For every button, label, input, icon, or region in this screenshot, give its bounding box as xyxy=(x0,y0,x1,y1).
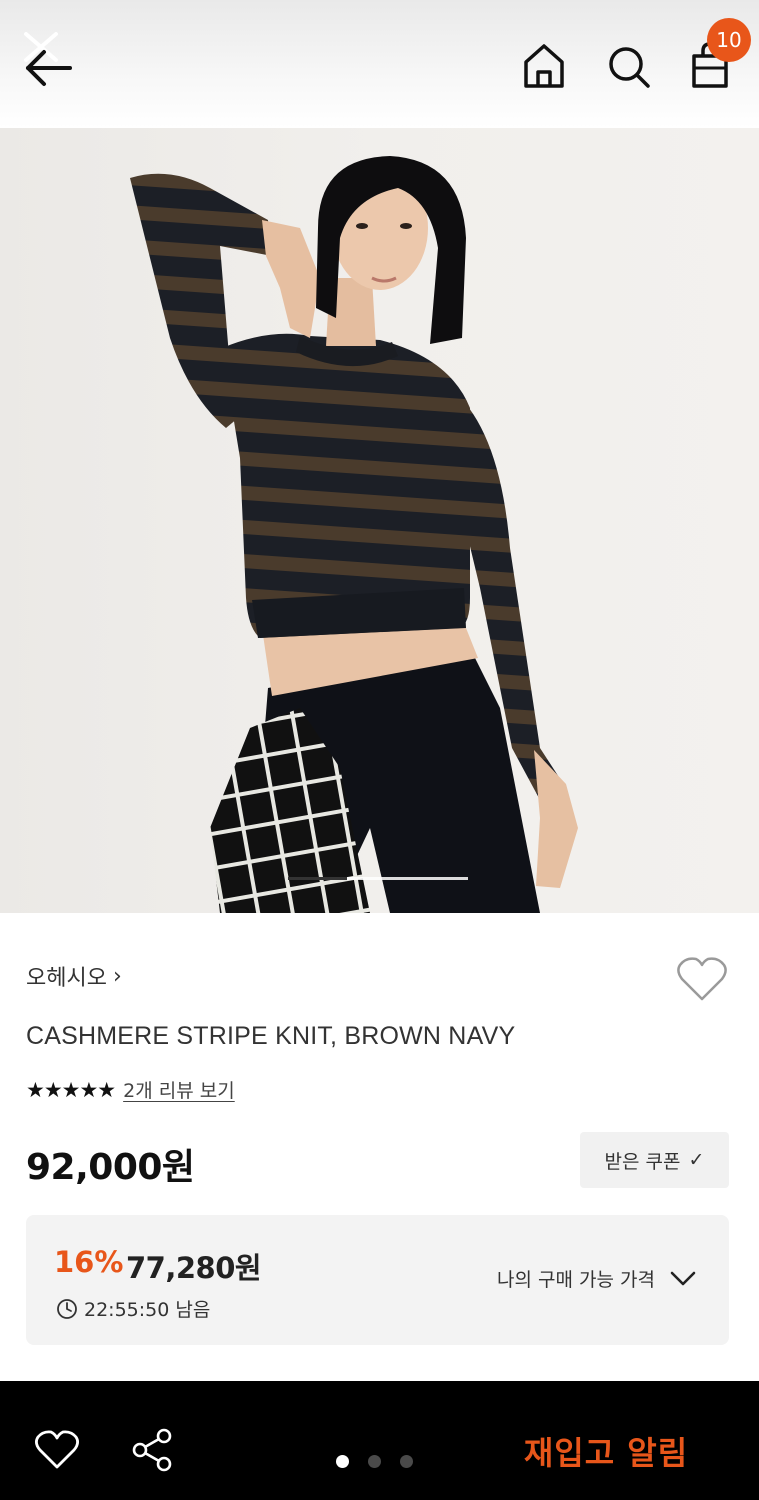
wishlist-button[interactable] xyxy=(676,955,728,1003)
product-image-carousel[interactable] xyxy=(0,128,759,913)
discounted-price: 77,280원 xyxy=(126,1251,262,1285)
product-title: CASHMERE STRIPE KNIT, BROWN NAVY xyxy=(26,1022,516,1050)
search-button[interactable] xyxy=(604,40,652,92)
like-button[interactable] xyxy=(34,1429,80,1471)
discount-percent: 16% xyxy=(54,1245,124,1279)
coupon-label: 받은 쿠폰 xyxy=(604,1150,681,1173)
top-navigation-bar: 10 xyxy=(0,0,759,128)
page-dot xyxy=(336,1455,349,1468)
home-icon xyxy=(524,44,564,88)
carousel-progress-bar xyxy=(288,877,468,880)
back-button[interactable] xyxy=(18,28,78,88)
share-button[interactable] xyxy=(130,1427,176,1473)
heart-outline-icon xyxy=(35,1430,79,1469)
chevron-down-icon xyxy=(670,1271,696,1285)
my-price-label: 나의 구매 가능 가격 xyxy=(497,1269,655,1291)
carousel-progress-fill xyxy=(288,877,348,880)
purchasable-price-box[interactable]: 16% 77,280원 22:55:50 남음 나의 구매 가능 가격 xyxy=(26,1215,729,1345)
search-icon xyxy=(609,47,650,88)
product-photo xyxy=(130,156,578,913)
brand-name: 오헤시오 xyxy=(26,966,107,991)
my-price-toggle[interactable]: 나의 구매 가능 가격 xyxy=(497,1265,697,1292)
back-arrow-icon xyxy=(24,32,72,86)
clock-icon xyxy=(57,1298,77,1319)
brand-link[interactable]: 오헤시오 › xyxy=(26,960,122,992)
cart-count-badge: 10 xyxy=(707,18,751,62)
star-rating: ★★★★★ xyxy=(26,1077,116,1102)
page-dot xyxy=(400,1455,413,1468)
review-link[interactable]: 2개 리뷰 보기 xyxy=(123,1076,235,1103)
rating-row: ★★★★★ 2개 리뷰 보기 xyxy=(26,1076,235,1103)
home-button[interactable] xyxy=(520,40,568,92)
page-dot xyxy=(368,1455,381,1468)
share-icon xyxy=(132,1428,172,1472)
chevron-right-icon: › xyxy=(112,963,122,989)
product-price: 92,000원 xyxy=(26,1147,195,1188)
bottom-action-bar: 재입고 알림 xyxy=(0,1381,759,1500)
heart-outline-icon xyxy=(677,957,727,1001)
restock-alert-button[interactable]: 재입고 알림 xyxy=(500,1421,712,1481)
coupon-button[interactable]: 받은 쿠폰 ✓ xyxy=(580,1132,729,1188)
page-indicator xyxy=(336,1455,413,1468)
check-icon: ✓ xyxy=(688,1149,705,1171)
deal-timer: 22:55:50 남음 xyxy=(56,1295,210,1322)
timer-text: 22:55:50 남음 xyxy=(84,1299,211,1321)
